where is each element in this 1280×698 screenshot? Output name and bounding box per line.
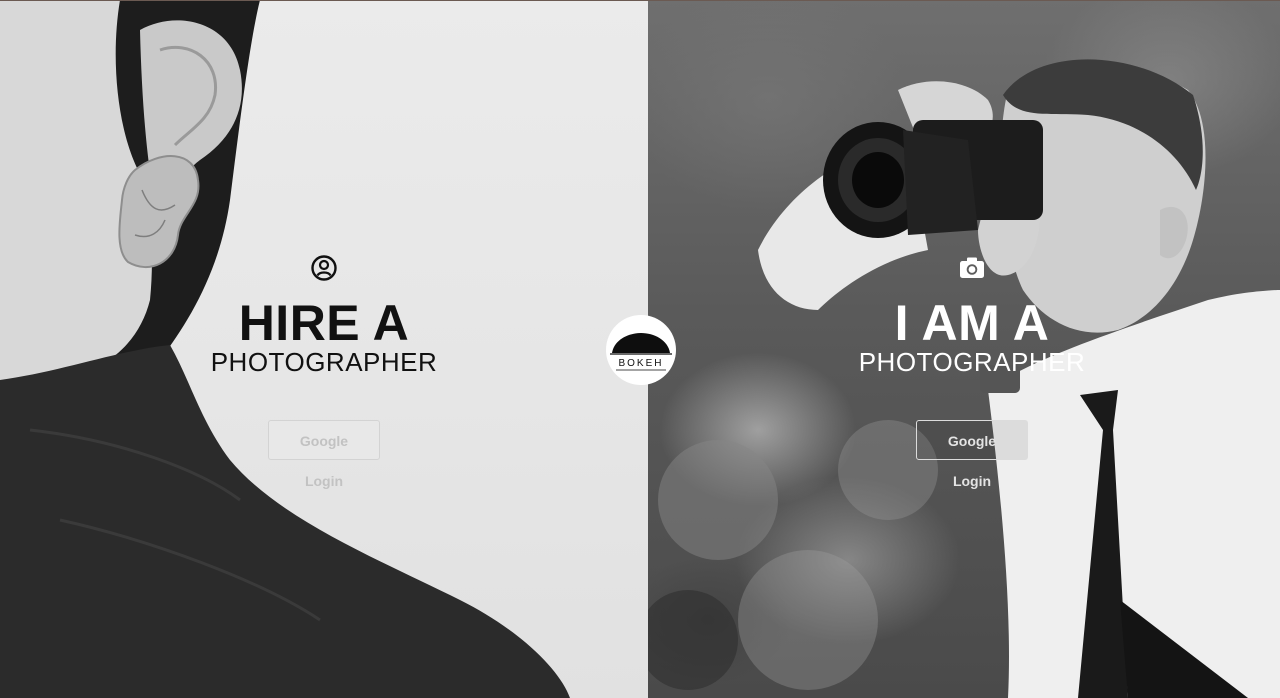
bokeh-logo[interactable]: BOKEH — [606, 315, 676, 385]
hire-google-login-button[interactable]: Google Login — [268, 420, 380, 489]
hire-title: HIRE A — [238, 295, 410, 351]
hire-panel[interactable]: HIRE A PHOTOGRAPHER Google Login — [0, 0, 648, 698]
photographer-google-login-button[interactable]: Google Login — [916, 420, 1028, 489]
photographer-panel[interactable]: I AM A PHOTOGRAPHER Google Login — [648, 0, 1280, 698]
photographer-subtitle: PHOTOGRAPHER — [858, 347, 1086, 377]
camera-icon — [960, 257, 984, 278]
photographer-content: I AM A PHOTOGRAPHER Google Login — [856, 254, 1088, 491]
top-border — [0, 0, 1280, 1]
hire-content: HIRE A PHOTOGRAPHER Google Login — [200, 254, 448, 491]
user-circle-icon — [311, 255, 337, 281]
landing-page: HIRE A PHOTOGRAPHER Google Login I AM A … — [0, 0, 1280, 698]
hire-subtitle: PHOTOGRAPHER — [210, 347, 438, 377]
brand-name: BOKEH — [618, 358, 664, 369]
bokeh-logo-mark — [610, 333, 672, 371]
photographer-title: I AM A — [894, 295, 1050, 351]
